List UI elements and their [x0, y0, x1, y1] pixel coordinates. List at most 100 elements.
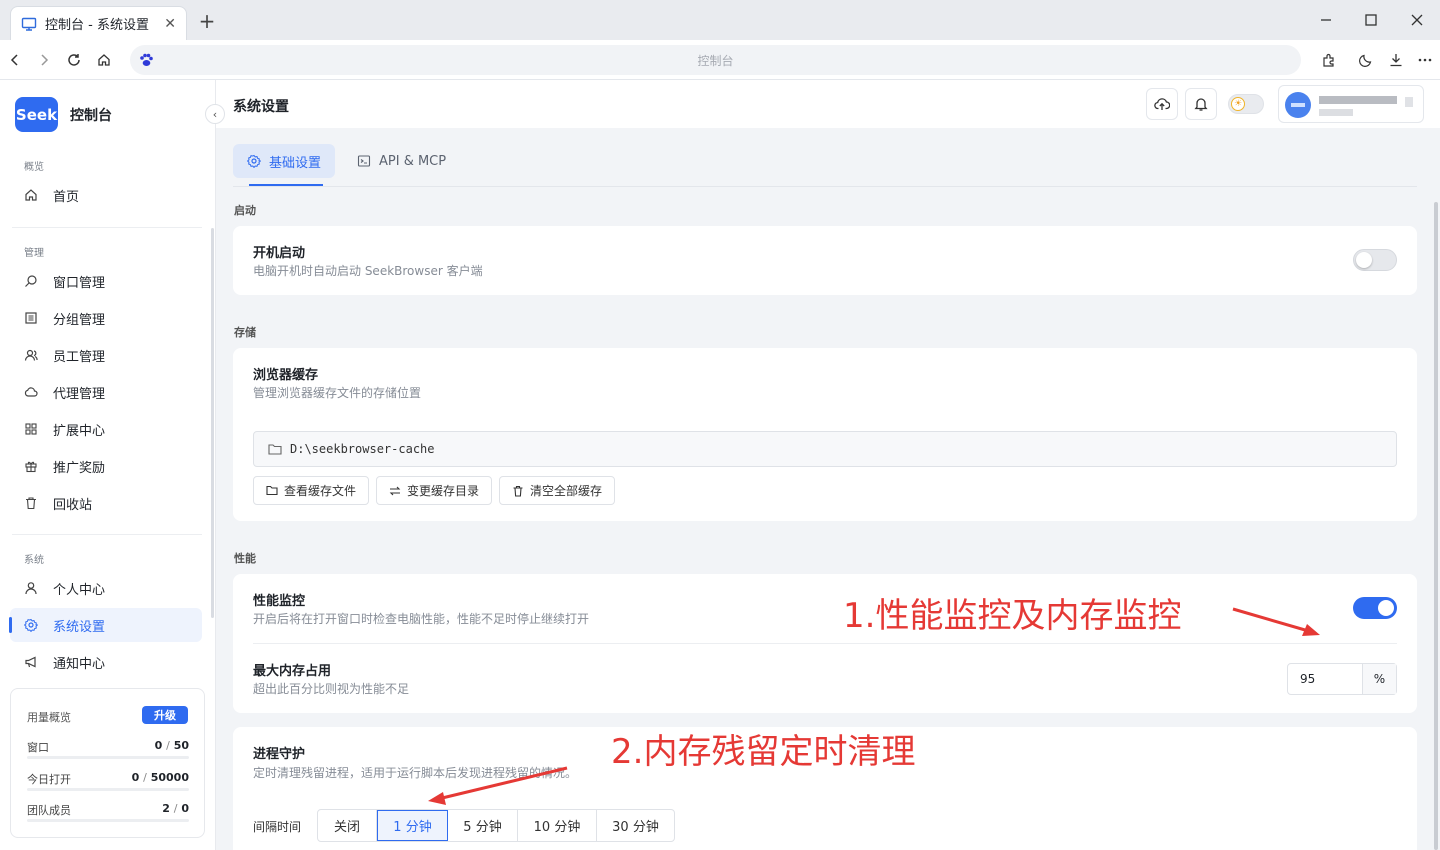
- address-text: 控制台: [697, 53, 734, 68]
- gear-icon: [24, 618, 38, 632]
- interval-option-10min[interactable]: 10 分钟: [518, 810, 597, 841]
- bell-button[interactable]: [1185, 88, 1217, 120]
- home-button[interactable]: [93, 49, 115, 71]
- folder-open-icon: [266, 485, 278, 497]
- sidebar-item-recycle[interactable]: 回收站: [10, 486, 202, 520]
- blurred-user-info: [1319, 109, 1353, 116]
- sidebar-item-label: 窗口管理: [53, 275, 106, 291]
- interval-option-5min[interactable]: 5 分钟: [448, 810, 518, 841]
- usage-row-team-members: 团队成员 2 / 0: [27, 802, 189, 826]
- interval-option-1min[interactable]: 1 分钟: [377, 810, 448, 841]
- max-memory-value[interactable]: 95: [1288, 664, 1362, 694]
- sidebar-item-label: 回收站: [53, 497, 93, 513]
- usage-bar: [27, 756, 189, 759]
- annotation-performance-monitor: 1.性能监控及内存监控: [843, 596, 1182, 636]
- monitor-icon: [21, 16, 37, 32]
- address-field[interactable]: 控制台: [130, 45, 1301, 75]
- sidebar-item-profile[interactable]: 个人中心: [10, 571, 202, 605]
- close-window-button[interactable]: [1405, 8, 1429, 32]
- new-tab-button[interactable]: +: [196, 10, 218, 32]
- interval-option-30min[interactable]: 30 分钟: [597, 810, 674, 841]
- sidebar-item-proxy[interactable]: 代理管理: [10, 375, 202, 409]
- performance-monitor-toggle[interactable]: [1353, 597, 1397, 619]
- tab-basic-settings[interactable]: 基础设置: [233, 144, 336, 186]
- collapse-sidebar-button[interactable]: ‹: [205, 104, 225, 124]
- forward-button[interactable]: [33, 49, 55, 71]
- divider: [12, 227, 202, 228]
- usage-row-windows: 窗口 0 / 50: [27, 739, 189, 763]
- startup-toggle[interactable]: [1353, 249, 1397, 271]
- setting-desc: 定时清理残留进程，适用于运行脚本后发现进程残留的情况。: [253, 766, 578, 780]
- brand[interactable]: Seek 控制台: [15, 97, 112, 132]
- tab-api-mcp[interactable]: API & MCP: [343, 144, 460, 178]
- setting-desc: 开启后将在打开窗口时检查电脑性能，性能不足时停止继续打开: [253, 612, 590, 626]
- sidebar-item-label: 推广奖励: [53, 460, 106, 476]
- view-cache-button[interactable]: 查看缓存文件: [253, 476, 370, 505]
- extensions-puzzle-icon[interactable]: [1318, 49, 1340, 71]
- close-tab-icon[interactable]: ✕: [164, 16, 176, 32]
- cloud-icon: [24, 385, 38, 399]
- sidebar-item-label: 扩展中心: [53, 423, 106, 439]
- tabs-divider: [233, 186, 1417, 187]
- cache-path-field[interactable]: D:\seekbrowser-cache: [253, 431, 1397, 467]
- divider: [12, 534, 202, 535]
- sidebar-item-label: 通知中心: [53, 656, 106, 672]
- main-header: 系统设置 ☀: [216, 80, 1440, 128]
- section-label-manage: 管理: [24, 248, 44, 259]
- sidebar-item-label: 分组管理: [53, 312, 106, 328]
- users-icon: [24, 348, 38, 362]
- download-icon[interactable]: [1385, 49, 1407, 71]
- megaphone-icon: [24, 655, 38, 669]
- usage-value: 0 / 50000: [131, 771, 189, 784]
- more-menu-icon[interactable]: [1414, 49, 1436, 71]
- browser-tab-strip: 控制台 - 系统设置 ✕ +: [0, 0, 1440, 40]
- sidebar-item-staff[interactable]: 员工管理: [10, 338, 202, 372]
- sidebar-item-referral[interactable]: 推广奖励: [10, 449, 202, 483]
- content-scrollbar[interactable]: [1434, 202, 1438, 850]
- usage-value: 0 / 50: [154, 739, 189, 752]
- sidebar-item-extensions[interactable]: 扩展中心: [10, 412, 202, 446]
- usage-label: 团队成员: [27, 804, 71, 817]
- back-button[interactable]: [4, 49, 26, 71]
- paw-icon[interactable]: [138, 52, 154, 68]
- usage-bar: [27, 819, 189, 822]
- browser-tab[interactable]: 控制台 - 系统设置 ✕: [10, 6, 187, 40]
- setting-title: 性能监控: [253, 594, 306, 609]
- dark-mode-moon-icon[interactable]: [1355, 49, 1377, 71]
- change-cache-dir-button[interactable]: 变更缓存目录: [376, 476, 493, 505]
- sidebar-scrollbar[interactable]: [211, 228, 214, 618]
- sidebar-item-settings[interactable]: 系统设置: [9, 608, 202, 642]
- sidebar-item-home[interactable]: 首页: [10, 178, 202, 212]
- search-icon: [24, 274, 38, 288]
- blurred-badge: [1405, 97, 1413, 107]
- trash-icon: [512, 485, 524, 497]
- theme-toggle[interactable]: ☀: [1228, 94, 1264, 114]
- section-label-system: 系统: [24, 555, 44, 566]
- clear-cache-button[interactable]: 清空全部缓存: [499, 476, 616, 505]
- upgrade-button[interactable]: 升级: [142, 706, 188, 724]
- group-label-performance: 性能: [234, 552, 256, 565]
- user-menu[interactable]: [1278, 85, 1424, 123]
- group-label-storage: 存储: [234, 326, 256, 339]
- annotation-memory-cleanup: 2.内存残留定时清理: [611, 732, 916, 772]
- setting-title: 浏览器缓存: [253, 368, 319, 383]
- sidebar-item-groups[interactable]: 分组管理: [10, 301, 202, 335]
- reload-button[interactable]: [63, 49, 85, 71]
- interval-segmented-control: 关闭 1 分钟 5 分钟 10 分钟 30 分钟: [317, 809, 675, 842]
- performance-card: 性能监控 开启后将在打开窗口时检查电脑性能，性能不足时停止继续打开 最大内存占用…: [233, 574, 1417, 713]
- usage-label: 今日打开: [27, 773, 71, 786]
- minimize-button[interactable]: [1314, 8, 1338, 32]
- trash-icon: [24, 496, 38, 510]
- maximize-button[interactable]: [1359, 8, 1383, 32]
- brand-name: 控制台: [70, 107, 112, 124]
- sidebar: Seek 控制台 概览 首页 管理 窗口管理 分组管理 员工管理 代理管理 扩展…: [0, 80, 216, 850]
- sidebar-item-windows[interactable]: 窗口管理: [10, 264, 202, 298]
- user-icon: [24, 581, 38, 595]
- interval-option-off[interactable]: 关闭: [318, 810, 377, 841]
- sidebar-item-label: 个人中心: [53, 582, 106, 598]
- sidebar-item-notifications[interactable]: 通知中心: [10, 645, 202, 679]
- usage-bar: [27, 788, 189, 791]
- cloud-upload-button[interactable]: [1146, 88, 1178, 120]
- max-memory-input[interactable]: 95 %: [1287, 663, 1397, 695]
- divider: [253, 643, 1397, 644]
